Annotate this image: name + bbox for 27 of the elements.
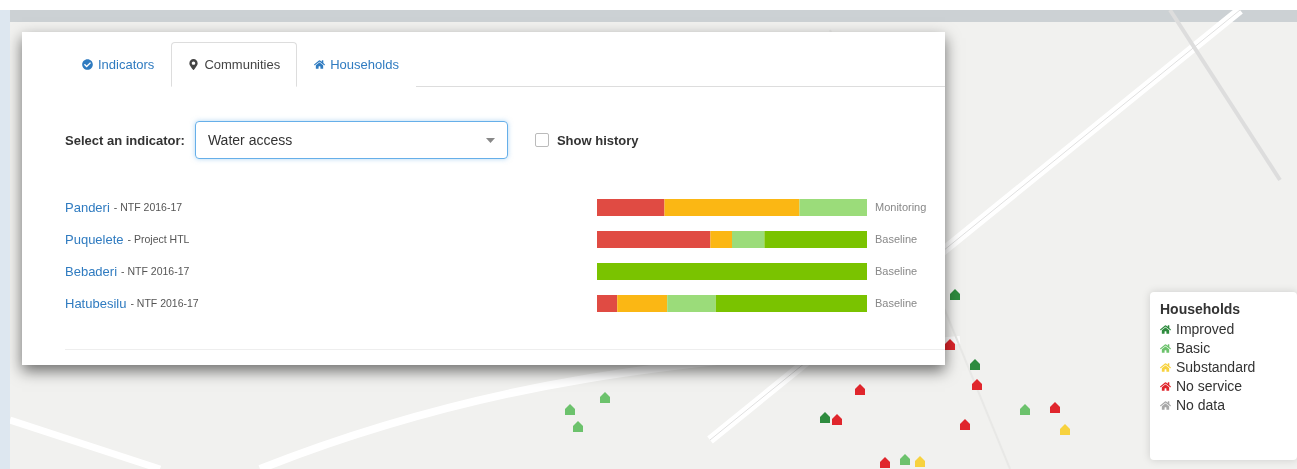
project-label: - NTF 2016-17: [130, 297, 199, 309]
project-label: - Project HTL: [127, 233, 190, 245]
project-label: - NTF 2016-17: [121, 265, 190, 277]
status-label: Baseline: [875, 297, 919, 309]
tab[interactable]: Communities: [171, 42, 298, 87]
legend-label: Improved: [1176, 321, 1235, 337]
legend-title: Households: [1160, 301, 1242, 317]
indicator-select[interactable]: Water access: [194, 121, 508, 159]
status-label: Baseline: [875, 265, 919, 277]
legend-label: No service: [1176, 378, 1243, 394]
community-link[interactable]: Hatubesilu: [65, 295, 127, 311]
home-icon: [314, 59, 326, 70]
checkbox-label: Show history: [556, 132, 639, 148]
caret-icon: [485, 137, 495, 143]
map-pin-icon: [188, 59, 200, 70]
legend-label: Substandard: [1176, 359, 1256, 375]
project-label: - NTF 2016-17: [113, 201, 183, 213]
community-link[interactable]: Puquelete: [65, 231, 124, 247]
community-link[interactable]: Panderi: [65, 199, 110, 215]
status-label: Baseline: [875, 233, 919, 245]
checkbox[interactable]: [534, 133, 549, 147]
select-label: Select an indicator:: [65, 132, 185, 148]
community-link[interactable]: Bebaderi: [65, 263, 118, 279]
legend-label: Basic: [1176, 340, 1211, 356]
legend-label: No data: [1176, 397, 1226, 413]
status-label: Monitoring: [875, 201, 928, 213]
show-history-checkbox[interactable]: Show history: [534, 132, 639, 148]
